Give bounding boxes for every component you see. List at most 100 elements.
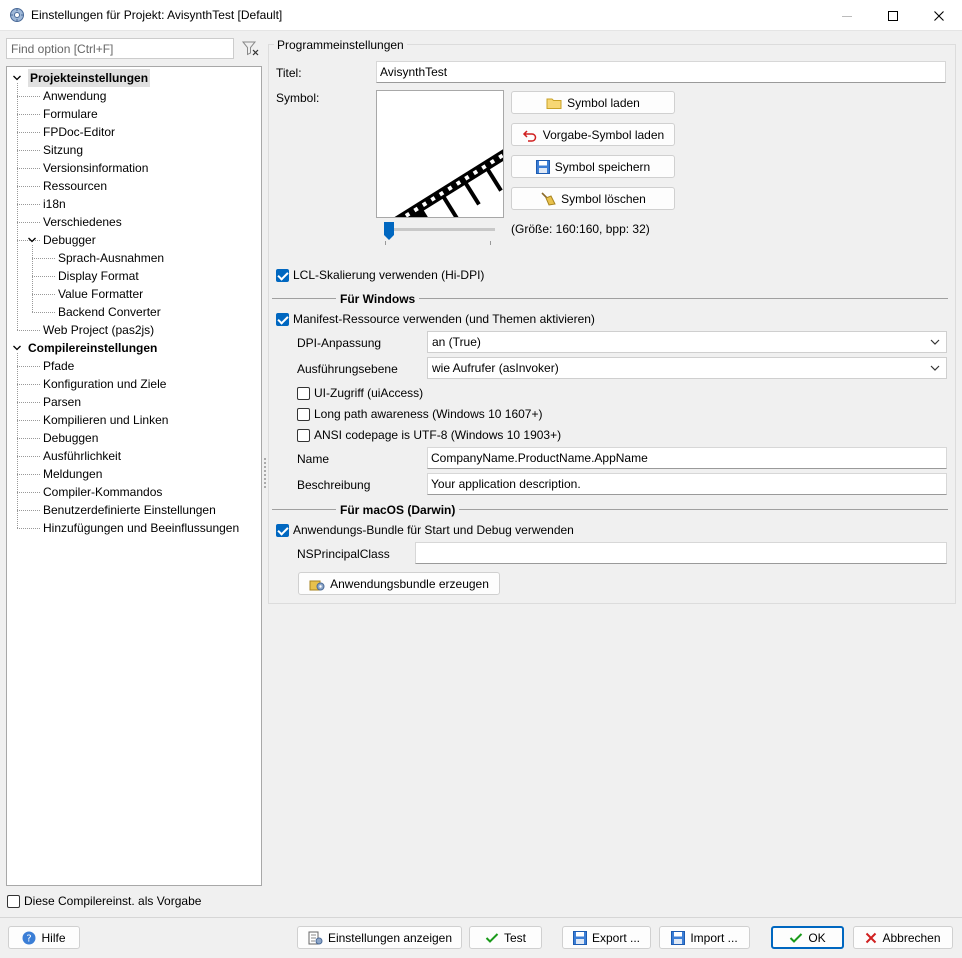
tree-item[interactable]: Versionsinformation	[43, 159, 148, 177]
close-icon	[934, 10, 944, 21]
load-default-symbol-label: Vorgabe-Symbol laden	[542, 127, 665, 142]
app-bundle-checkbox[interactable]: Anwendungs-Bundle für Start und Debug ve…	[276, 523, 574, 537]
icon-size-slider-thumb[interactable]	[384, 222, 394, 240]
options-tree[interactable]: Projekteinstellungen Anwendung Formulare FP…	[6, 66, 262, 886]
floppy-disk-icon	[535, 159, 550, 174]
checkbox-box[interactable]	[297, 386, 310, 400]
lcl-scaling-label: LCL-Skalierung verwenden (Hi-DPI)	[293, 268, 485, 282]
default-compiler-options-checkbox[interactable]: Diese Compilereinst. als Vorgabe	[7, 894, 201, 908]
name-label: Name	[297, 452, 330, 466]
film-strip-icon	[393, 133, 503, 217]
create-app-bundle-button[interactable]: Anwendungsbundle erzeugen	[298, 572, 500, 595]
ns-principal-class-input[interactable]	[415, 542, 947, 564]
tree-guide-line	[17, 222, 40, 223]
tree-item[interactable]: Debugger	[43, 231, 96, 249]
tree-item[interactable]: Value Formatter	[58, 285, 143, 303]
chevron-down-icon	[930, 365, 940, 371]
tree-item[interactable]: Hinzufügungen und Beeinflussungen	[43, 519, 239, 537]
ok-button[interactable]: OK	[771, 926, 844, 949]
load-default-symbol-button[interactable]: Vorgabe-Symbol laden	[511, 123, 675, 146]
windows-section-header: Für Windows	[272, 292, 948, 306]
tree-item[interactable]: i18n	[43, 195, 66, 213]
tree-item[interactable]: Konfiguration und Ziele	[43, 375, 166, 393]
load-symbol-label: Symbol laden	[567, 95, 640, 110]
tree-expand-chevron-icon[interactable]	[12, 73, 22, 83]
show-options-button[interactable]: Einstellungen anzeigen	[297, 926, 462, 949]
save-symbol-button[interactable]: Symbol speichern	[511, 155, 675, 178]
export-button[interactable]: Export ...	[562, 926, 651, 949]
tree-expand-chevron-icon[interactable]	[27, 235, 37, 245]
description-input[interactable]: Your application description.	[427, 473, 947, 495]
dpi-awareness-select[interactable]: an (True)	[427, 331, 947, 353]
windows-section-title: Für Windows	[336, 292, 420, 306]
tree-guide-line	[17, 96, 40, 97]
checkbox-box[interactable]	[7, 894, 20, 908]
tree-item[interactable]: Compiler-Kommandos	[43, 483, 162, 501]
tree-item[interactable]: Display Format	[58, 267, 139, 285]
ui-access-label: UI-Zugriff (uiAccess)	[314, 386, 424, 400]
checkbox-box[interactable]	[276, 523, 289, 537]
long-path-checkbox[interactable]: Long path awareness (Windows 10 1607+)	[297, 407, 542, 421]
group-title: Programmeinstellungen	[274, 38, 407, 52]
delete-symbol-button[interactable]: Symbol löschen	[511, 187, 675, 210]
tree-item[interactable]: Ausführlichkeit	[43, 447, 121, 465]
tree-guide-line	[17, 438, 40, 439]
tree-item[interactable]: Debuggen	[43, 429, 98, 447]
cancel-label: Abbrechen	[882, 930, 941, 945]
tree-item[interactable]: Sitzung	[43, 141, 83, 159]
tree-item[interactable]: Pfade	[43, 357, 74, 375]
tree-guide-line	[17, 132, 40, 133]
load-symbol-button[interactable]: Symbol laden	[511, 91, 675, 114]
minimize-button[interactable]	[824, 0, 870, 31]
chevron-down-icon	[930, 339, 940, 345]
checkbox-box[interactable]	[297, 407, 310, 421]
tree-item[interactable]: FPDoc-Editor	[43, 123, 115, 141]
tree-item[interactable]: Backend Converter	[58, 303, 161, 321]
test-button[interactable]: Test	[469, 926, 542, 949]
title-label: Titel:	[276, 66, 302, 80]
tree-item[interactable]: Verschiedenes	[43, 213, 122, 231]
tree-guide-line	[32, 294, 55, 295]
tree-item[interactable]: Parsen	[43, 393, 81, 411]
ok-label: OK	[808, 930, 826, 945]
maximize-button[interactable]	[870, 0, 916, 31]
checkbox-box[interactable]	[297, 428, 310, 442]
minimize-icon	[842, 15, 852, 17]
tree-item[interactable]: Compilereinstellungen	[28, 339, 157, 357]
tree-item[interactable]: Benutzerdefinierte Einstellungen	[43, 501, 216, 519]
title-input[interactable]: AvisynthTest	[376, 61, 946, 83]
help-button[interactable]: ? Hilfe	[8, 926, 80, 949]
lcl-scaling-checkbox[interactable]: LCL-Skalierung verwenden (Hi-DPI)	[276, 268, 484, 282]
execution-level-select[interactable]: wie Aufrufer (asInvoker)	[427, 357, 947, 379]
tree-item[interactable]: Sprach-Ausnahmen	[58, 249, 164, 267]
import-button[interactable]: Import ...	[659, 926, 750, 949]
name-input[interactable]: CompanyName.ProductName.AppName	[427, 447, 947, 469]
find-option-input[interactable]	[6, 38, 234, 59]
tree-guide-line	[17, 186, 40, 187]
filter-clear-icon	[241, 41, 259, 56]
checkbox-box[interactable]	[276, 268, 289, 282]
ui-access-checkbox[interactable]: UI-Zugriff (uiAccess)	[297, 386, 423, 400]
checkbox-box[interactable]	[276, 312, 289, 326]
icon-size-slider-track[interactable]	[385, 228, 495, 231]
tree-item[interactable]: Anwendung	[43, 87, 106, 105]
execution-level-label: Ausführungsebene	[297, 362, 398, 376]
tree-item[interactable]: Kompilieren und Linken	[43, 411, 168, 429]
folder-icon	[546, 98, 562, 109]
tree-item[interactable]: Ressourcen	[43, 177, 107, 195]
manifest-checkbox[interactable]: Manifest-Ressource verwenden (und Themen…	[276, 312, 595, 326]
tree-guide-line	[32, 245, 33, 312]
dpi-awareness-label: DPI-Anpassung	[297, 336, 382, 350]
close-button[interactable]	[916, 0, 962, 31]
ansi-codepage-checkbox[interactable]: ANSI codepage is UTF-8 (Windows 10 1903+…	[297, 428, 561, 442]
tree-item[interactable]: Web Project (pas2js)	[43, 321, 154, 339]
symbol-label: Symbol:	[276, 91, 320, 105]
tree-item[interactable]: Meldungen	[43, 465, 102, 483]
cancel-button[interactable]: Abbrechen	[853, 926, 953, 949]
tree-expand-chevron-icon[interactable]	[12, 343, 22, 353]
checkmark-icon	[485, 932, 499, 943]
clear-filter-button[interactable]	[240, 38, 262, 59]
splitter-grip[interactable]	[264, 458, 266, 488]
tree-item[interactable]: Projekteinstellungen	[28, 69, 151, 87]
tree-item[interactable]: Formulare	[43, 105, 98, 123]
